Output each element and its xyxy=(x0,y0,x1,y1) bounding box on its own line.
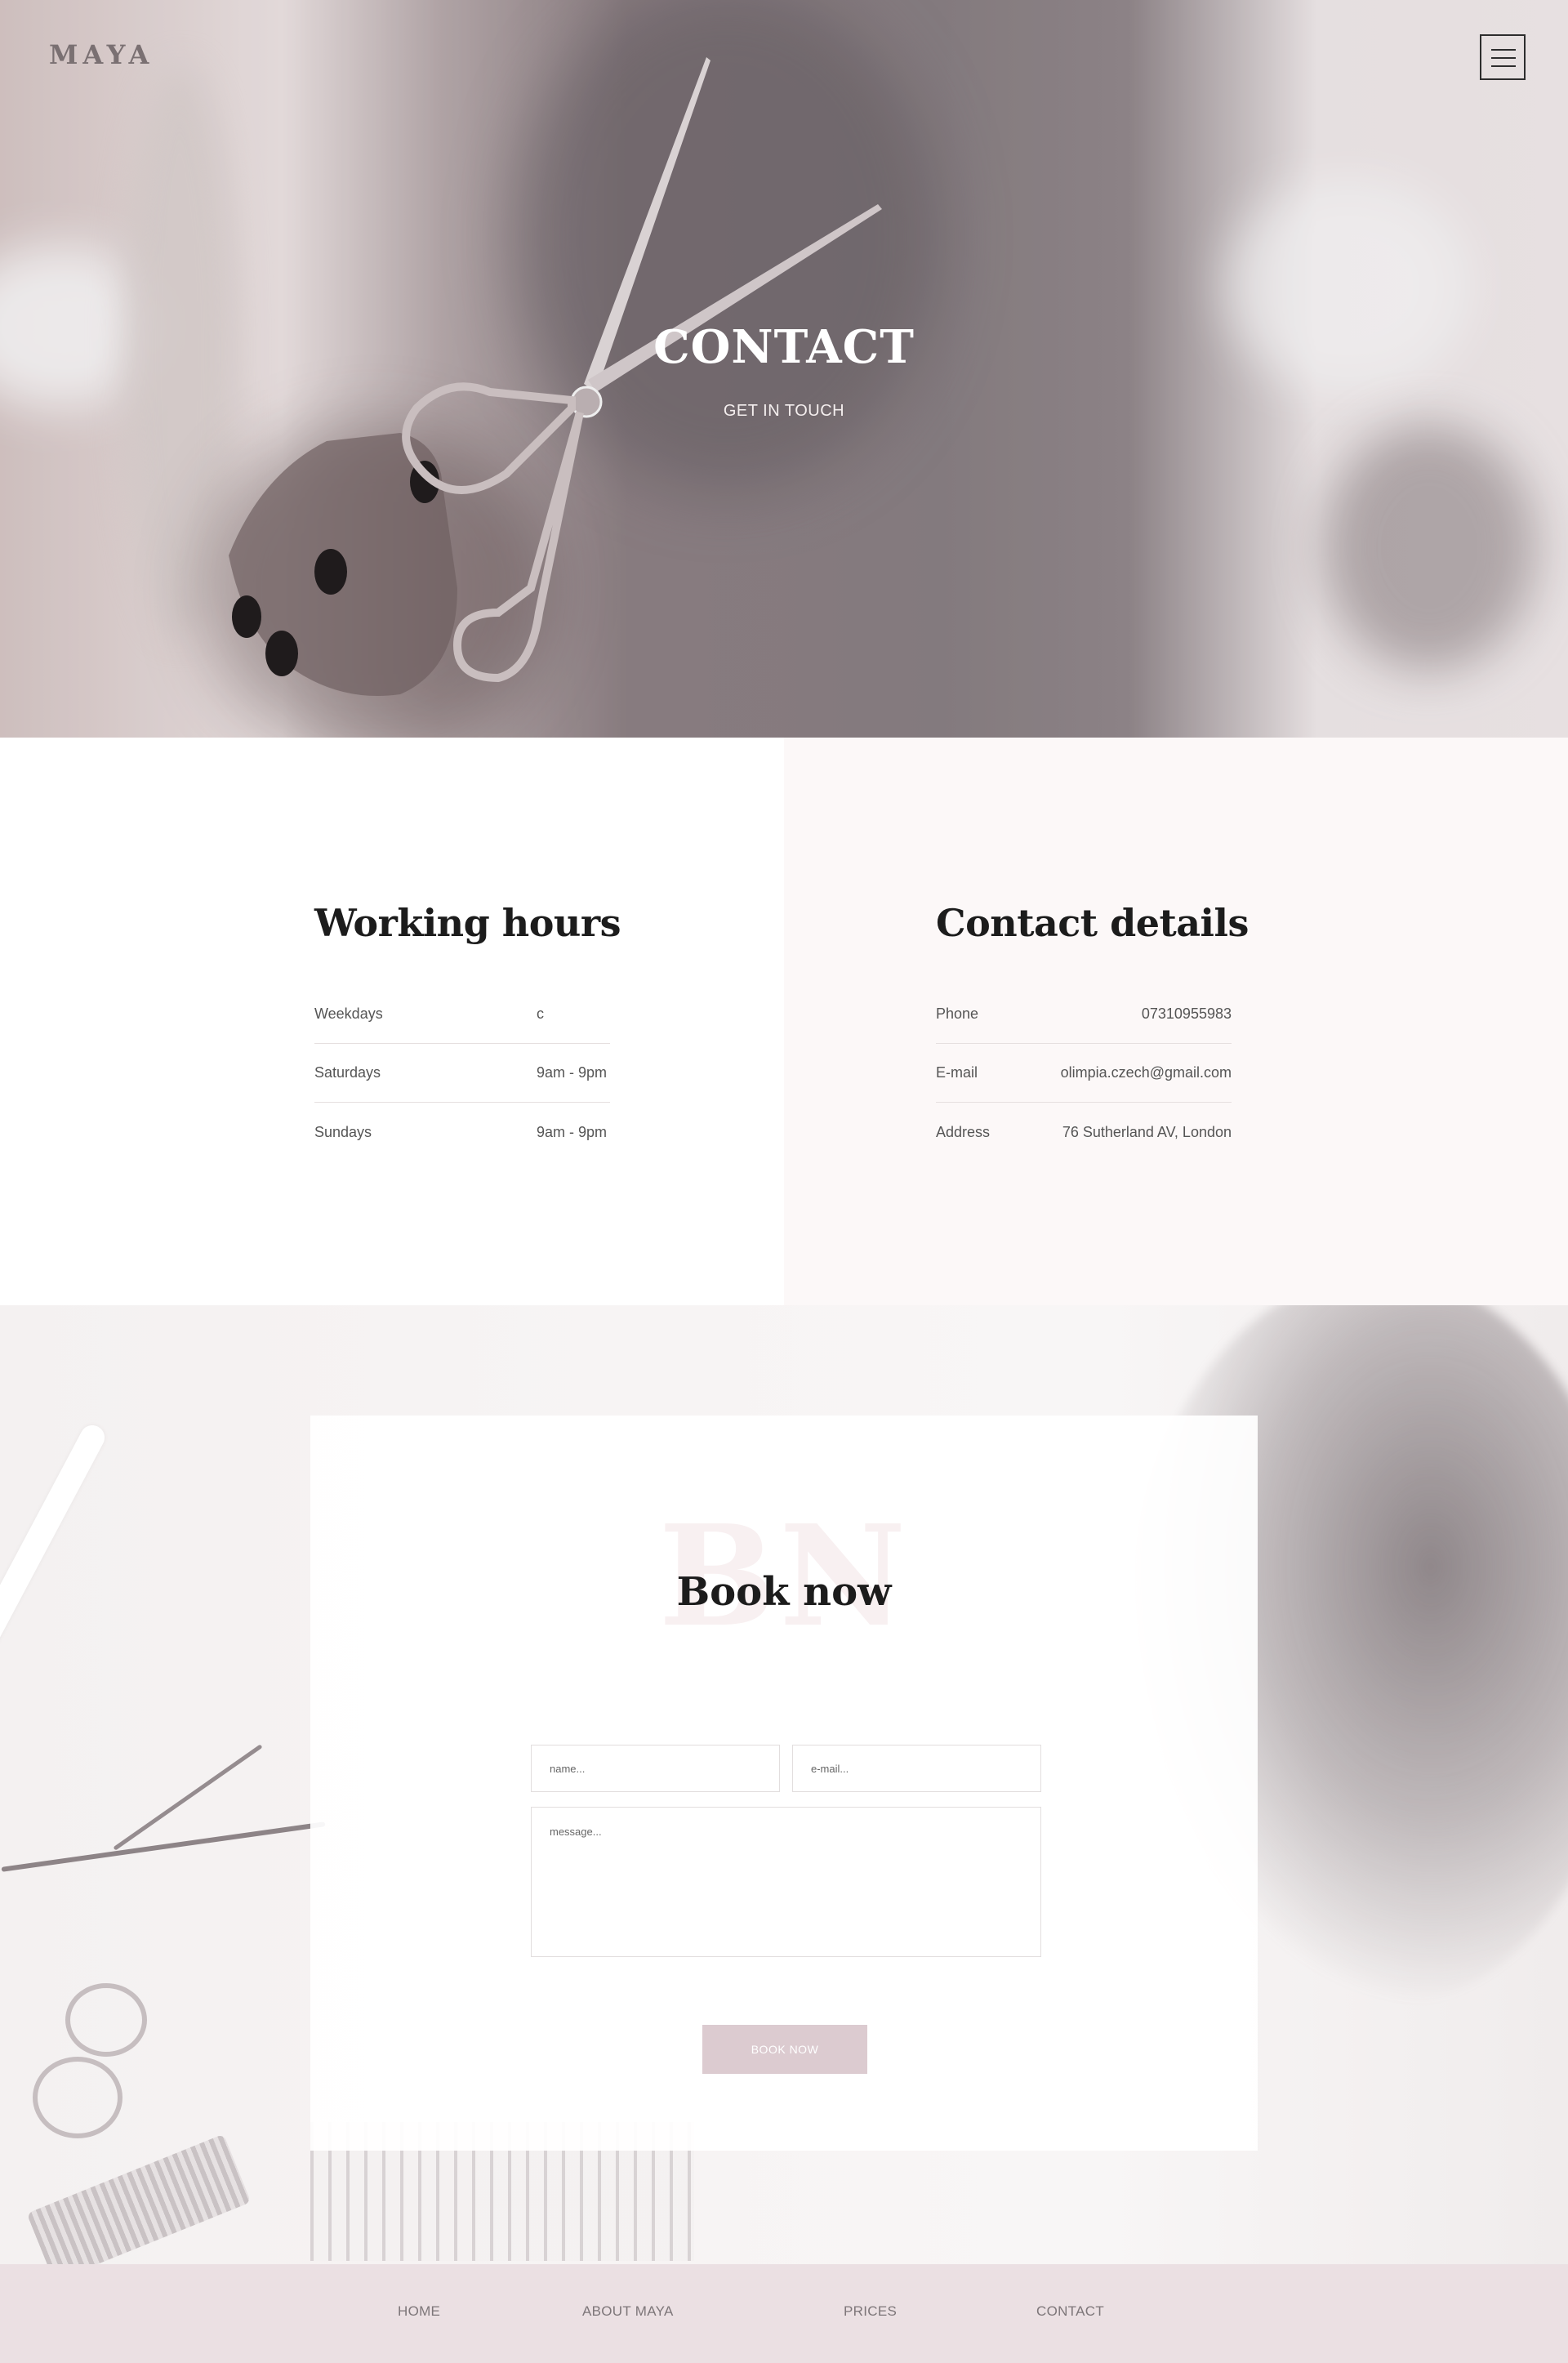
message-input[interactable] xyxy=(531,1807,1041,1957)
footer-link-about[interactable]: ABOUT MAYA xyxy=(582,2303,674,2320)
hours-value: 9am - 9pm xyxy=(537,1064,608,1081)
hours-row-weekdays: Weekdays c xyxy=(314,985,610,1044)
menu-line xyxy=(1491,57,1516,59)
book-now-button[interactable]: BOOK NOW xyxy=(702,2025,867,2074)
hours-value: 9am - 9pm xyxy=(537,1123,608,1140)
hours-label: Saturdays xyxy=(314,1064,381,1081)
footer: HOME ABOUT MAYA PRICES CONTACT xyxy=(0,2264,1568,2363)
comb-image xyxy=(26,2133,252,2264)
email-input[interactable] xyxy=(792,1745,1041,1792)
contact-label: Phone xyxy=(936,1005,979,1022)
contact-label: E-mail xyxy=(936,1064,978,1081)
footer-link-prices[interactable]: PRICES xyxy=(844,2303,897,2320)
hours-value: c xyxy=(537,1005,544,1022)
working-hours-section: Working hours Weekdays c Saturdays 9am -… xyxy=(0,738,784,1305)
footer-link-contact[interactable]: CONTACT xyxy=(1036,2303,1104,2320)
hours-row-saturdays: Saturdays 9am - 9pm xyxy=(314,1044,610,1103)
address-value: 76 Sutherland AV, London xyxy=(1062,1123,1232,1140)
name-input[interactable] xyxy=(531,1745,780,1792)
contact-label: Address xyxy=(936,1123,991,1140)
contact-row-address: Address 76 Sutherland AV, London xyxy=(936,1103,1232,1161)
email-link[interactable]: olimpia.czech@gmail.com xyxy=(1061,1064,1232,1081)
contact-details-section: Contact details Phone 07310955983 E-mail… xyxy=(784,738,1568,1305)
menu-line xyxy=(1491,65,1516,67)
hours-row-sundays: Sundays 9am - 9pm xyxy=(314,1103,610,1161)
footer-link-home[interactable]: HOME xyxy=(398,2303,440,2320)
page-title: CONTACT xyxy=(653,320,915,374)
branch-image xyxy=(1,1821,326,1872)
booking-card: BN Book now BOOK NOW xyxy=(310,1416,1258,2151)
menu-line xyxy=(1491,49,1516,51)
contact-row-phone: Phone 07310955983 xyxy=(936,985,1232,1044)
scissors-ring-image xyxy=(33,2057,122,2138)
scissors-image xyxy=(229,57,882,696)
hamburger-menu-icon[interactable] xyxy=(1480,34,1526,80)
scissors-ring-image xyxy=(65,1983,147,2057)
hours-label: Weekdays xyxy=(314,1005,383,1022)
contact-row-email: E-mail olimpia.czech@gmail.com xyxy=(936,1044,1232,1103)
site-logo[interactable]: MAYA xyxy=(49,39,154,70)
hours-label: Sundays xyxy=(314,1123,372,1140)
phone-link[interactable]: 07310955983 xyxy=(1142,1005,1232,1023)
contact-details-title: Contact details xyxy=(936,901,1249,945)
page-subtitle: GET IN TOUCH xyxy=(723,402,845,420)
hair-clip-image xyxy=(0,1420,109,1664)
working-hours-title: Working hours xyxy=(314,901,621,945)
booking-title: Book now xyxy=(676,1569,892,1615)
